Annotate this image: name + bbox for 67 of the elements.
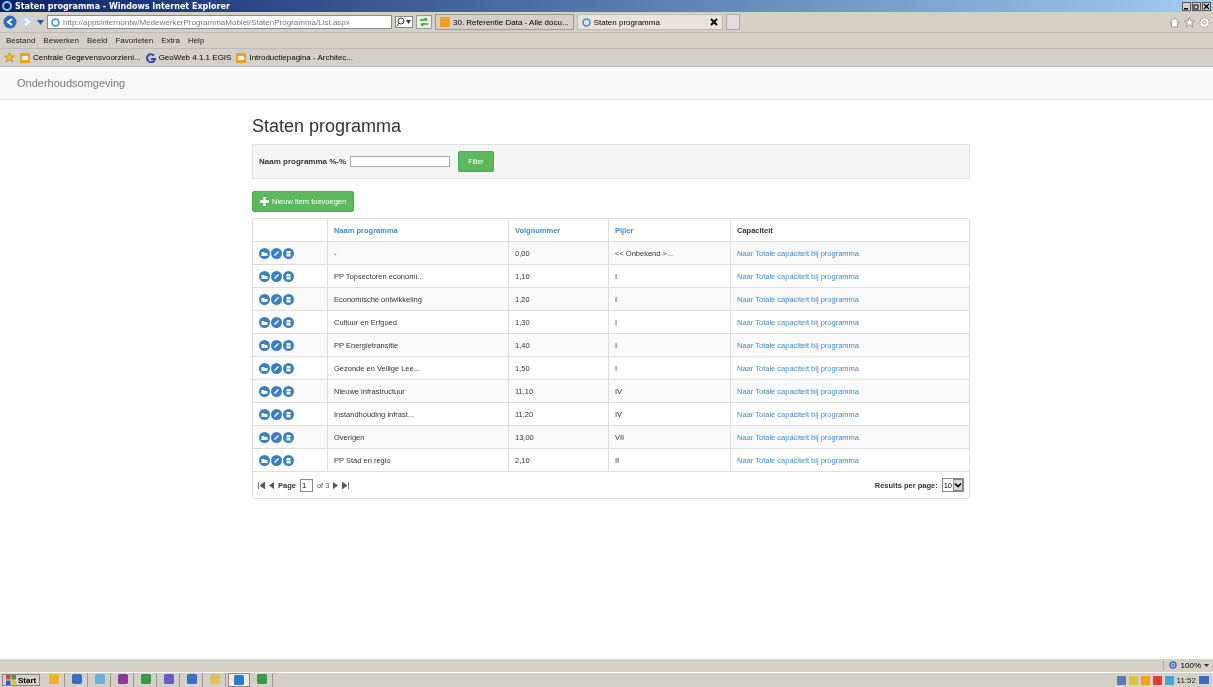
brand-link[interactable]: Onderhoudsomgeving <box>17 77 126 89</box>
caret-icon <box>1204 664 1209 667</box>
browser-icon <box>2 1 12 11</box>
refresh-icon[interactable] <box>416 15 432 29</box>
trash-icon[interactable] <box>283 362 294 374</box>
trash-icon[interactable] <box>283 408 294 420</box>
pencil-icon[interactable] <box>271 339 282 351</box>
restore-icon[interactable] <box>1192 1 1201 11</box>
pencil-icon[interactable] <box>271 408 282 420</box>
pencil-icon[interactable] <box>271 293 282 305</box>
address-field[interactable]: http://appsinternontw/MedewerkerProgrammaMobiel/StatenProgramma/List.aspx <box>47 15 392 29</box>
pencil-icon[interactable] <box>271 247 282 259</box>
favorite-link[interactable]: Introductiepagina - Architec... <box>236 52 354 63</box>
trash-icon[interactable] <box>283 270 294 282</box>
trash-icon[interactable] <box>283 247 294 259</box>
url-text: http://appsinternontw/MedewerkerProgrammaMobiel/StatenProgramma/List.aspx <box>63 17 350 27</box>
pencil-icon[interactable] <box>271 316 282 328</box>
trash-icon[interactable] <box>283 339 294 351</box>
page-title: Staten programma <box>252 116 403 137</box>
pencil-icon[interactable] <box>271 431 282 443</box>
windows-logo-icon <box>6 675 16 685</box>
close-icon[interactable] <box>1202 1 1211 11</box>
window-title: Staten programma - Windows Internet Explorer <box>15 1 230 11</box>
dropdown-icon <box>953 479 963 491</box>
star-icon[interactable] <box>4 52 15 63</box>
menu-item[interactable]: Beeld <box>86 36 108 45</box>
clock: 11:52 <box>1176 675 1196 685</box>
browser-icon <box>581 17 591 27</box>
menu-item[interactable]: Extra <box>161 36 180 45</box>
taskbar-app[interactable] <box>228 673 251 687</box>
menu-item[interactable]: Help <box>187 36 205 45</box>
previous-page-icon[interactable] <box>269 481 274 489</box>
menu-item[interactable]: Bestand <box>6 36 36 45</box>
star-icon[interactable] <box>1184 16 1195 28</box>
browser-tab[interactable]: Staten programma <box>576 14 723 30</box>
dropdown-icon[interactable] <box>37 19 44 25</box>
back-icon[interactable] <box>3 15 17 29</box>
menu-item[interactable]: Favorieten <box>115 36 154 45</box>
menu-item[interactable]: Bewerken <box>43 36 79 45</box>
filter-label: Naam programma %-% <box>259 157 347 166</box>
trash-icon[interactable] <box>283 316 294 328</box>
search-icon[interactable] <box>395 16 413 28</box>
zoom-control[interactable]: 100% <box>1162 661 1209 670</box>
trash-icon[interactable] <box>283 431 294 443</box>
g-logo-icon <box>145 52 156 63</box>
pencil-icon[interactable] <box>271 362 282 374</box>
filter-field[interactable] <box>350 156 451 167</box>
zoom-icon <box>1168 661 1178 670</box>
pencil-icon[interactable] <box>271 454 282 466</box>
home-icon[interactable] <box>1169 16 1180 28</box>
last-page-icon[interactable] <box>342 481 350 489</box>
settings-icon[interactable] <box>1199 16 1210 28</box>
trash-icon[interactable] <box>283 454 294 466</box>
close-icon[interactable] <box>709 18 718 26</box>
next-page-icon[interactable] <box>333 481 339 489</box>
start-button[interactable]: Start <box>2 674 41 686</box>
favorite-link[interactable]: GeoWeb 4.1.1 EGIS <box>145 52 232 63</box>
first-page-icon[interactable] <box>258 481 265 489</box>
pencil-icon[interactable] <box>271 385 282 397</box>
page-icon <box>51 17 60 27</box>
browser-tab[interactable]: 30. Referentie Data - Alle docu... <box>435 14 574 30</box>
plus-icon <box>260 197 269 206</box>
minimize-icon[interactable] <box>1182 1 1191 11</box>
trash-icon[interactable] <box>283 293 294 305</box>
favorite-link[interactable]: Centrale Gegevensvoorzieni... <box>20 52 141 63</box>
trash-icon[interactable] <box>283 385 294 397</box>
pencil-icon[interactable] <box>271 270 282 282</box>
